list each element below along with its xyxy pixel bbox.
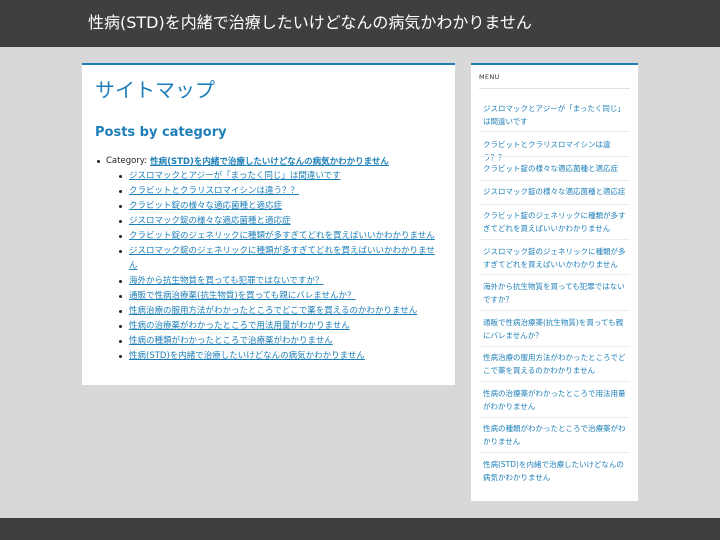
post-link[interactable]: クラビット錠の様々な適応菌種と適応症	[129, 199, 435, 214]
divider	[479, 381, 630, 382]
divider	[479, 274, 630, 275]
post-item: ジスロマックとアジーが「まったく同じ」は間違いです	[115, 169, 445, 184]
site-footer	[0, 518, 720, 540]
sidebar-item[interactable]: 海外から抗生物質を買っても犯罪ではないですか？	[483, 281, 629, 306]
post-link[interactable]: ジスロマック錠の様々な適応菌種と適応症	[129, 214, 435, 229]
post-link[interactable]: 性病の種類がわかったところで治療薬がわかりません	[129, 334, 435, 349]
sidebar-item-label: ジスロマックとアジーが「まったく同じ」は間違いです	[483, 104, 625, 126]
post-item: クラビットとクラリスロマイシンは違う？？	[115, 184, 445, 199]
posts-list: ジスロマックとアジーが「まったく同じ」は間違いです クラビットとクラリスロマイシ…	[115, 169, 445, 364]
sidebar-item-label: クラビット錠の様々な適応菌種と適応症	[483, 164, 618, 173]
bullet-icon	[119, 205, 122, 208]
divider	[479, 452, 630, 453]
sidebar-item[interactable]: クラビットとクラリスロマイシンは違う？？	[483, 139, 629, 164]
bullet-icon	[119, 295, 122, 298]
main-content: サイトマップ Posts by category Category: 性病(ST…	[82, 63, 455, 385]
sidebar-item[interactable]: クラビット錠の様々な適応菌種と適応症	[483, 163, 629, 176]
sidebar: MENU ジスロマックとアジーが「まったく同じ」は間違いです クラビットとクラリ…	[471, 63, 638, 501]
divider	[479, 310, 630, 311]
sidebar-item[interactable]: クラビット錠のジェネリックに種類が多すぎてどれを買えばいいかわかりません	[483, 210, 629, 235]
divider	[479, 239, 630, 240]
post-link[interactable]: ジスロマック錠のジェネリックに種類が多すぎてどれを買えばいいかわかりません	[129, 244, 435, 274]
divider	[479, 156, 630, 157]
post-link[interactable]: クラビット錠のジェネリックに種類が多すぎてどれを買えばいいかわかりません	[129, 229, 435, 244]
category-line: Category: 性病(STD)を内緒で治療したいけどなんの病気かわかりません	[95, 155, 445, 167]
bullet-icon	[97, 159, 100, 163]
divider	[479, 180, 630, 181]
sidebar-item[interactable]: 性病治療の服用方法がわかったところでどこで薬を買えるのかわかりません	[483, 352, 629, 377]
sidebar-item-label: 性病(STD)を内緒で治療したいけどなんの病気かわかりません	[483, 460, 624, 482]
bullet-icon	[119, 175, 122, 178]
post-link[interactable]: 海外から抗生物質を買っても犯罪ではないですか？	[129, 274, 435, 289]
post-link[interactable]: 性病治療の服用方法がわかったところでどこで薬を買えるのかわかりません	[129, 304, 435, 319]
post-link[interactable]: ジスロマックとアジーが「まったく同じ」は間違いです	[129, 169, 435, 184]
sidebar-item-label: クラビットとクラリスロマイシンは違う？？	[483, 140, 611, 162]
category-block: Category: 性病(STD)を内緒で治療したいけどなんの病気かわかりません…	[95, 155, 445, 364]
divider	[479, 417, 630, 418]
divider	[479, 131, 630, 132]
post-item: ジスロマック錠のジェネリックに種類が多すぎてどれを買えばいいかわかりません	[115, 244, 445, 274]
sidebar-item[interactable]: ジスロマック錠のジェネリックに種類が多すぎてどれを買えばいいかわかりません	[483, 246, 629, 271]
page-title: サイトマップ	[95, 78, 215, 102]
bullet-icon	[119, 340, 122, 343]
sidebar-item[interactable]: 性病の種類がわかったところで治療薬がわかりません	[483, 423, 629, 448]
bullet-icon	[119, 280, 122, 283]
section-heading: Posts by category	[95, 125, 227, 140]
sidebar-item[interactable]: ジスロマック錠の様々な適応菌種と適応症	[483, 186, 629, 199]
post-item: 性病(STD)を内緒で治療したいけどなんの病気かわかりません	[115, 349, 445, 364]
sidebar-item-label: 通販で性病治療薬(抗生物質)を買っても親にバレませんか？	[483, 318, 624, 340]
sidebar-item[interactable]: 性病(STD)を内緒で治療したいけどなんの病気かわかりません	[483, 459, 629, 484]
site-title[interactable]: 性病(STD)を内緒で治療したいけどなんの病気かわかりません	[88, 12, 532, 34]
post-item: 性病の治療薬がわかったところで用法用量がわかりません	[115, 319, 445, 334]
bullet-icon	[119, 325, 122, 328]
post-item: 性病治療の服用方法がわかったところでどこで薬を買えるのかわかりません	[115, 304, 445, 319]
post-item: 性病の種類がわかったところで治療薬がわかりません	[115, 334, 445, 349]
bullet-icon	[119, 235, 122, 238]
post-link[interactable]: 通販で性病治療薬(抗生物質)を買っても親にバレませんか？	[129, 289, 435, 304]
divider	[479, 88, 630, 89]
sidebar-item-label: ジスロマック錠のジェネリックに種類が多すぎてどれを買えばいいかわかりません	[483, 247, 626, 269]
sidebar-item-label: クラビット錠のジェネリックに種類が多すぎてどれを買えばいいかわかりません	[483, 211, 626, 233]
post-link[interactable]: クラビットとクラリスロマイシンは違う？？	[129, 184, 435, 199]
widget-title: MENU	[479, 73, 500, 81]
bullet-icon	[119, 250, 122, 253]
post-link[interactable]: 性病の治療薬がわかったところで用法用量がわかりません	[129, 319, 435, 334]
sidebar-item[interactable]: 性病の治療薬がわかったところで用法用量がわかりません	[483, 388, 629, 413]
sidebar-item-label: 性病の治療薬がわかったところで用法用量がわかりません	[483, 389, 626, 411]
sidebar-item-label: 海外から抗生物質を買っても犯罪ではないですか？	[483, 282, 625, 304]
post-item: ジスロマック錠の様々な適応菌種と適応症	[115, 214, 445, 229]
bullet-icon	[119, 220, 122, 223]
post-item: クラビット錠のジェネリックに種類が多すぎてどれを買えばいいかわかりません	[115, 229, 445, 244]
sidebar-item[interactable]: ジスロマックとアジーが「まったく同じ」は間違いです	[483, 103, 629, 128]
post-link[interactable]: 性病(STD)を内緒で治療したいけどなんの病気かわかりません	[129, 349, 435, 364]
bullet-icon	[119, 355, 122, 358]
sidebar-item-label: ジスロマック錠の様々な適応菌種と適応症	[483, 187, 626, 196]
sidebar-item-label: 性病治療の服用方法がわかったところでどこで薬を買えるのかわかりません	[483, 353, 626, 375]
sidebar-item[interactable]: 通販で性病治療薬(抗生物質)を買っても親にバレませんか？	[483, 317, 629, 342]
category-prefix: Category:	[106, 156, 148, 166]
bullet-icon	[119, 310, 122, 313]
divider	[479, 204, 630, 205]
category-link[interactable]: 性病(STD)を内緒で治療したいけどなんの病気かわかりません	[150, 155, 389, 167]
divider	[479, 346, 630, 347]
post-item: 海外から抗生物質を買っても犯罪ではないですか？	[115, 274, 445, 289]
bullet-icon	[119, 190, 122, 193]
post-item: 通販で性病治療薬(抗生物質)を買っても親にバレませんか？	[115, 289, 445, 304]
site-header: 性病(STD)を内緒で治療したいけどなんの病気かわかりません	[0, 0, 720, 47]
sidebar-item-label: 性病の種類がわかったところで治療薬がわかりません	[483, 424, 626, 446]
post-item: クラビット錠の様々な適応菌種と適応症	[115, 199, 445, 214]
